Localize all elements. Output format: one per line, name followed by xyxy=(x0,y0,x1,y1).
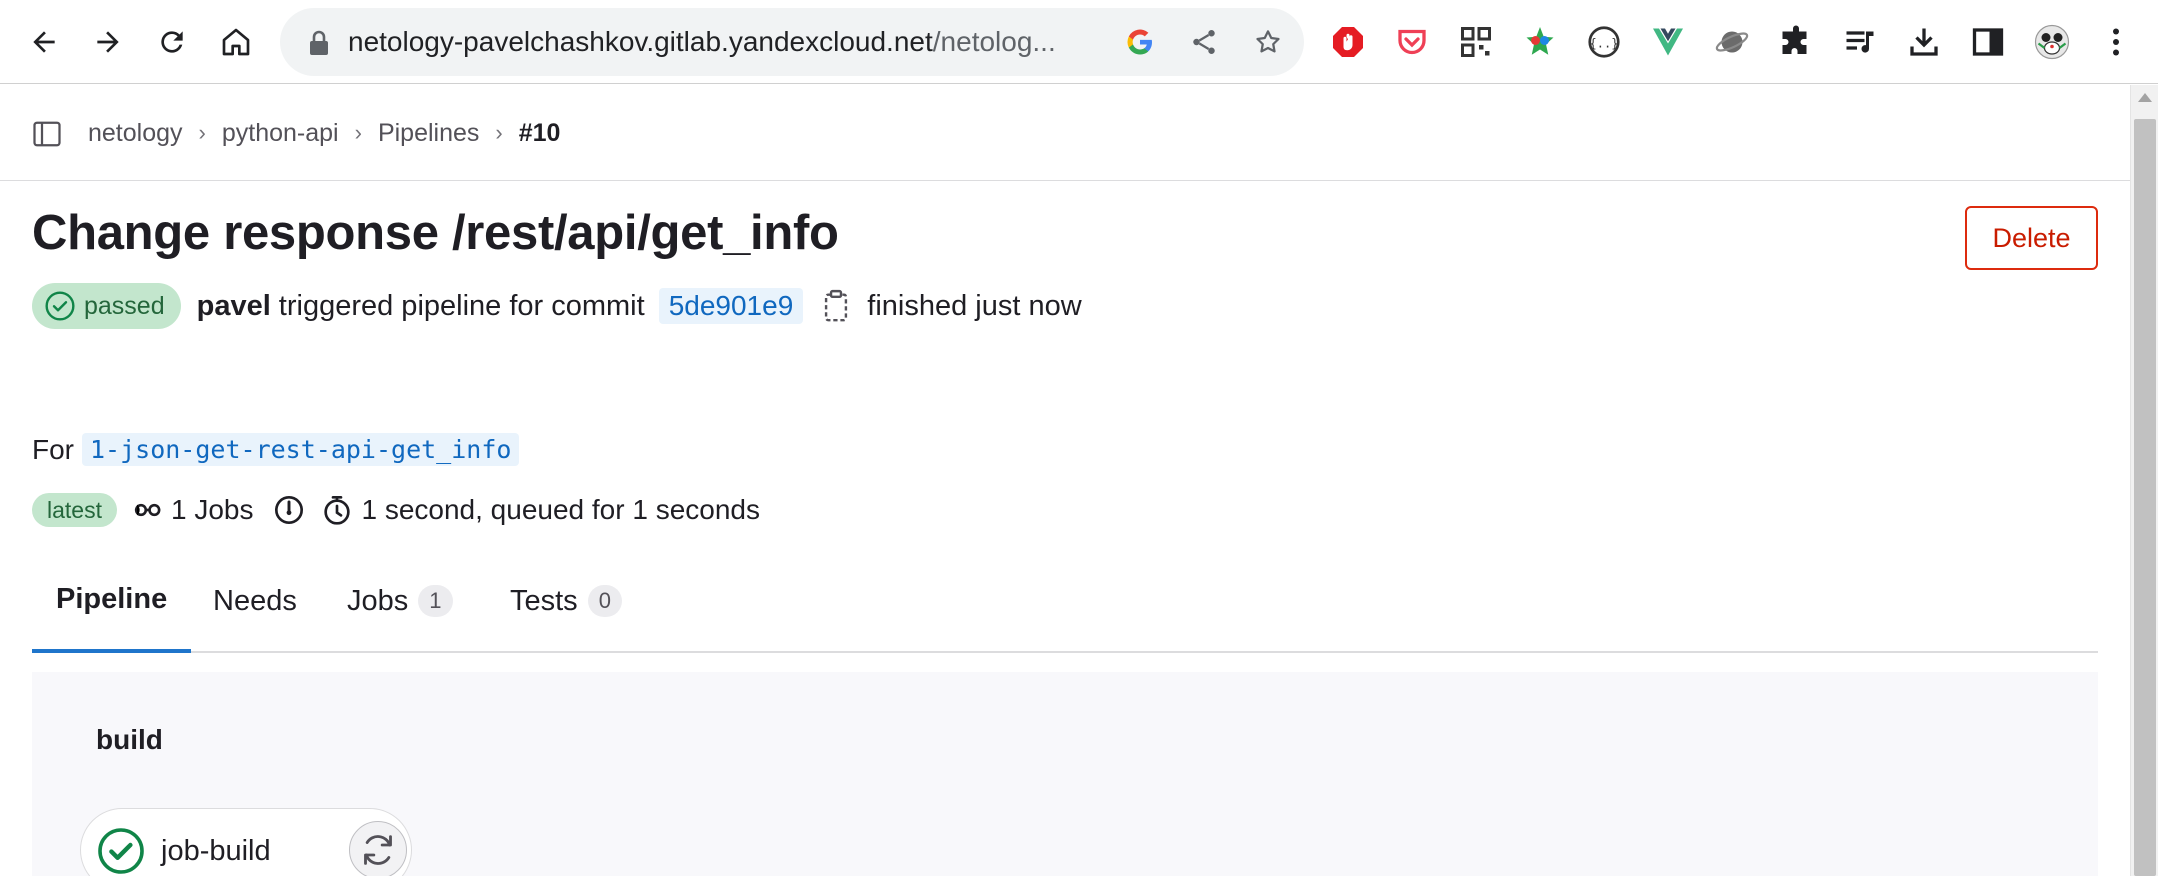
media-icon[interactable] xyxy=(1840,22,1880,62)
status-badge[interactable]: passed xyxy=(32,283,181,329)
top-bar: netology › python-api › Pipelines › #10 xyxy=(0,85,2130,181)
status-success-icon xyxy=(45,291,75,321)
triggered-text: triggered pipeline for commit xyxy=(278,289,645,322)
profile-avatar[interactable] xyxy=(2032,22,2072,62)
arrow-left-icon xyxy=(33,31,55,53)
star-icon[interactable] xyxy=(1250,24,1286,60)
job-item[interactable]: job-build xyxy=(80,808,412,876)
adblock-icon[interactable] xyxy=(1328,22,1368,62)
svg-text:{..}: {..} xyxy=(1590,36,1619,50)
status-success-icon xyxy=(98,828,144,874)
page-title: Change response /rest/api/get_info xyxy=(32,206,839,260)
commit-sha-link[interactable]: 5de901e9 xyxy=(658,288,804,324)
tab-label: Pipeline xyxy=(56,582,168,615)
google-icon[interactable] xyxy=(1122,24,1158,60)
chevron-right-icon: › xyxy=(354,120,362,145)
jobs-count: 1 Jobs xyxy=(170,494,254,525)
arrow-right-icon xyxy=(97,31,119,53)
json-viewer-icon[interactable]: {..} xyxy=(1584,22,1624,62)
status-label: passed xyxy=(84,291,165,320)
tab-tests[interactable]: Tests 0 xyxy=(510,549,622,653)
puzzle-icon[interactable] xyxy=(1776,22,1816,62)
vue-devtools-icon[interactable] xyxy=(1648,22,1688,62)
planet-icon[interactable] xyxy=(1712,22,1752,62)
finished-text: finished just now xyxy=(867,289,1082,322)
gitlab-pipeline-page: netology › python-api › Pipelines › #10 … xyxy=(0,85,2130,876)
jobs-count-badge: 1 xyxy=(418,585,453,617)
branch-row: For 1-json-get-rest-api-get_info xyxy=(32,433,520,466)
share-icon[interactable] xyxy=(1186,24,1222,60)
url-text: netology-pavelchashkov.gitlab.yandexclou… xyxy=(348,26,1056,57)
qr-icon[interactable] xyxy=(1456,22,1496,62)
branch-link[interactable]: 1-json-get-rest-api-get_info xyxy=(82,433,520,466)
tab-jobs[interactable]: Jobs 1 xyxy=(347,549,453,653)
pipeline-graph: build job-build xyxy=(32,672,2098,876)
tab-needs[interactable]: Needs xyxy=(213,549,297,653)
copy-icon[interactable] xyxy=(821,289,851,323)
tab-label: Needs xyxy=(213,584,297,617)
clock-icon xyxy=(324,496,351,525)
tab-label: Jobs xyxy=(347,584,409,617)
breadcrumb-item-pipelines[interactable]: Pipelines xyxy=(378,119,479,148)
latest-badge: latest xyxy=(32,493,117,527)
branch-prefix: For xyxy=(32,433,74,465)
download-icon[interactable] xyxy=(1904,22,1944,62)
breadcrumb-current[interactable]: #10 xyxy=(519,119,561,148)
tests-count-badge: 0 xyxy=(587,585,622,617)
pipeline-info: latest 1 Jobs 1 second, queued for 1 sec… xyxy=(32,488,760,532)
sidebar-toggle-icon[interactable] xyxy=(32,119,62,149)
side-panel-icon[interactable] xyxy=(1968,22,2008,62)
chevron-right-icon: › xyxy=(495,120,503,145)
scroll-up-icon[interactable] xyxy=(2138,93,2152,102)
stage-title: build xyxy=(96,724,163,755)
menu-dots-icon[interactable] xyxy=(2096,22,2136,62)
breadcrumb-item-python-api[interactable]: python-api xyxy=(222,119,339,148)
browser-toolbar: netology-pavelchashkov.gitlab.yandexclou… xyxy=(0,0,2158,84)
job-name: job-build xyxy=(161,835,271,867)
scrollbar-thumb[interactable] xyxy=(2134,119,2156,876)
reload-icon xyxy=(161,31,183,53)
address-bar[interactable]: netology-pavelchashkov.gitlab.yandexclou… xyxy=(280,8,1304,76)
retry-icon xyxy=(364,835,392,865)
pipeline-meta: passed pavel triggered pipeline for comm… xyxy=(32,282,1082,330)
forward-button[interactable] xyxy=(80,14,136,70)
duration-text: 1 second, queued for 1 seconds xyxy=(361,494,760,525)
tab-pipeline[interactable]: Pipeline xyxy=(32,549,192,653)
back-button[interactable] xyxy=(16,14,72,70)
pipeline-icon xyxy=(134,503,161,517)
breadcrumb: netology › python-api › Pipelines › #10 xyxy=(88,85,560,181)
lock-icon xyxy=(310,30,328,55)
color-picker-icon[interactable] xyxy=(1520,22,1560,62)
retry-button[interactable] xyxy=(349,821,407,876)
breadcrumb-item-netology[interactable]: netology xyxy=(88,119,183,148)
pipeline-tabs: Pipeline Needs Jobs 1 Tests 0 xyxy=(32,549,2098,653)
chevron-right-icon: › xyxy=(198,120,206,145)
gauge-icon xyxy=(275,496,304,524)
home-button[interactable] xyxy=(208,14,264,70)
delete-button[interactable]: Delete xyxy=(1965,206,2098,270)
pocket-icon[interactable] xyxy=(1392,22,1432,62)
user-link[interactable]: pavel xyxy=(197,290,271,323)
page-scrollbar[interactable] xyxy=(2130,85,2158,876)
tab-label: Tests xyxy=(510,584,578,617)
home-icon xyxy=(222,28,250,56)
reload-button[interactable] xyxy=(144,14,200,70)
